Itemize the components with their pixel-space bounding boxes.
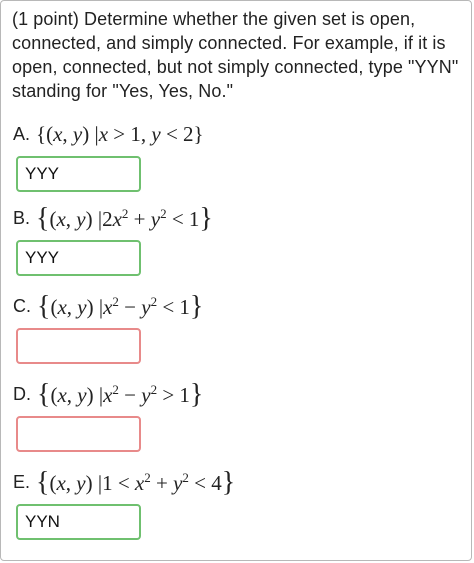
set-expression-c: {(x, y) |x2 − y2 < 1}	[37, 291, 204, 322]
answer-input-c[interactable]	[16, 328, 141, 364]
answer-input-b[interactable]	[16, 240, 141, 276]
question-letter: A.	[13, 123, 31, 144]
answer-input-a[interactable]	[16, 156, 141, 192]
set-expression-d: {(x, y) |x2 − y2 > 1}	[37, 379, 204, 410]
answer-input-e[interactable]	[16, 504, 141, 540]
question-e: E. {(x, y) |1 < x2 + y2 < 4}	[13, 466, 235, 540]
set-expression-a: {(x, y) |x > 1, y < 2}	[36, 121, 204, 146]
question-b: B. {(x, y) |2x2 + y2 < 1}	[13, 202, 213, 276]
question-d: D. {(x, y) |x2 − y2 > 1}	[13, 378, 203, 452]
set-expression-e: {(x, y) |1 < x2 + y2 < 4}	[36, 467, 236, 498]
question-letter: E.	[13, 471, 31, 492]
question-a: A. {(x, y) |x > 1, y < 2}	[13, 118, 204, 192]
question-c: C. {(x, y) |x2 − y2 < 1}	[13, 290, 203, 364]
problem-statement: (1 point) Determine whether the given se…	[12, 9, 459, 101]
set-expression-b: {(x, y) |2x2 + y2 < 1}	[36, 203, 213, 234]
question-letter: B.	[13, 207, 31, 228]
question-letter: C.	[13, 295, 31, 316]
question-letter: D.	[13, 383, 31, 404]
answer-input-d[interactable]	[16, 416, 141, 452]
